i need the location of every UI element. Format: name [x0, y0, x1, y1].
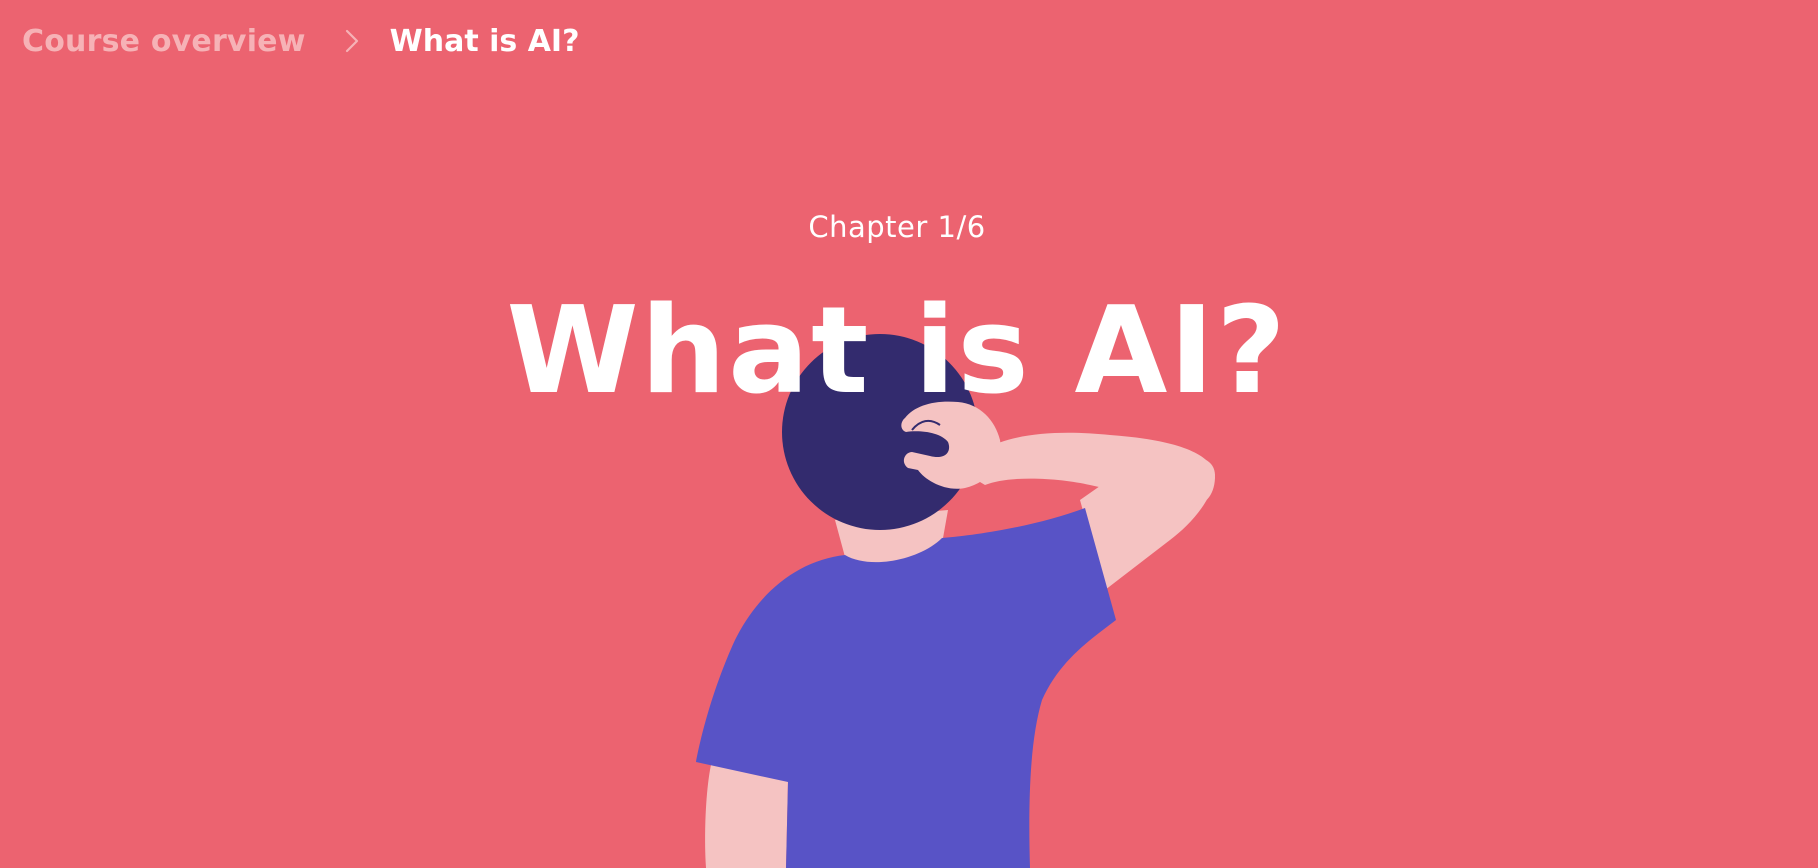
- person-scratching-head-illustration: [696, 334, 1215, 868]
- chapter-indicator: Chapter 1/6: [808, 210, 986, 244]
- page-title: What is AI?: [506, 282, 1288, 421]
